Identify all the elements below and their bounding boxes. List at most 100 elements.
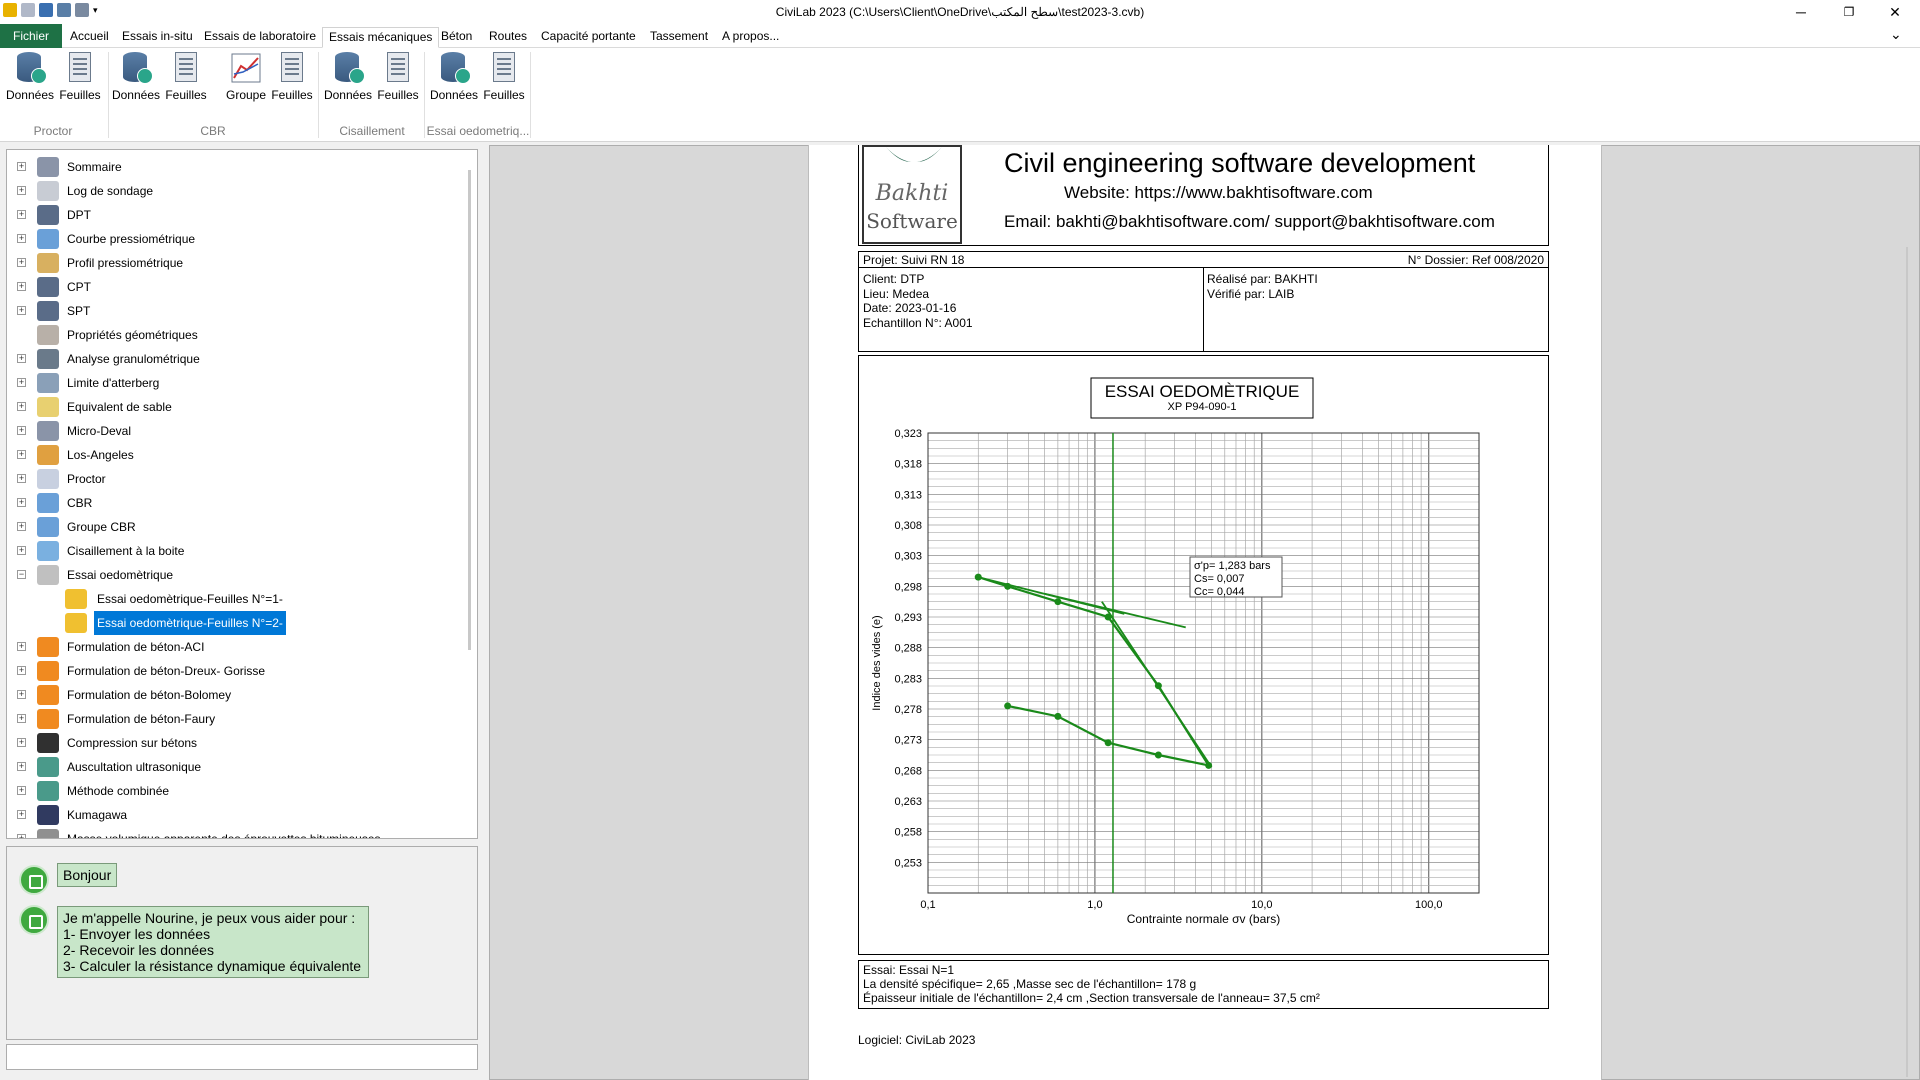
sheets-icon (277, 52, 307, 84)
tab-essais-de-laboratoire[interactable]: Essais de laboratoire (198, 27, 322, 48)
minimize-button[interactable]: ─ (1778, 0, 1824, 24)
expand-icon[interactable]: + (17, 258, 26, 267)
maximize-button[interactable]: ❐ (1826, 0, 1872, 24)
tree-item-icon (37, 157, 59, 177)
oedometre-donnees-button[interactable]: Données (428, 52, 480, 102)
document-scrollbar[interactable] (1906, 247, 1908, 1077)
expand-icon[interactable]: + (17, 426, 26, 435)
expand-icon[interactable]: + (17, 642, 26, 651)
cisaillement-donnees-button[interactable]: Données (322, 52, 374, 102)
expand-icon[interactable]: + (17, 522, 26, 531)
tab-capacite-portante[interactable]: Capacité portante (535, 27, 642, 48)
expand-icon[interactable]: + (17, 378, 26, 387)
expand-icon[interactable]: + (17, 162, 26, 171)
sheets-icon (383, 52, 413, 84)
logiciel-label: Logiciel: CiviLab 2023 (858, 1033, 976, 1047)
expand-icon[interactable]: + (17, 474, 26, 483)
proctor-donnees-button[interactable]: Données (4, 52, 56, 102)
logo-text-1: Bakhti (875, 181, 949, 206)
x-tick-label: 1,0 (1087, 899, 1102, 911)
expand-icon[interactable]: + (17, 666, 26, 675)
group-label-cbr: CBR (200, 124, 226, 138)
company-website: Website: https://www.bakhtisoftware.com (1064, 183, 1373, 202)
date: Date: 2023-01-16 (863, 301, 957, 315)
expand-icon[interactable]: + (17, 282, 26, 291)
collapse-icon[interactable]: − (17, 570, 26, 579)
group-label-oedometre: Essai oedometriq... (426, 124, 530, 138)
expand-icon[interactable]: + (17, 402, 26, 411)
tree-item-icon (37, 829, 59, 838)
help-line: Je m'appelle Nourine, je peux vous aider… (63, 910, 356, 926)
annotation-line: σ'p= 1,283 bars (1194, 560, 1271, 572)
cbr-groupe-button[interactable]: Groupe (220, 52, 272, 102)
tree-item-icon (37, 781, 59, 801)
button-label: Données (111, 88, 161, 102)
tree-item-label: SPT (67, 304, 91, 318)
expand-icon[interactable]: + (17, 762, 26, 771)
button-label: Feuilles (59, 88, 101, 102)
tree-item-label: Essai oedomètrique-Feuilles N°=1- (97, 592, 283, 606)
database-icon (333, 52, 365, 84)
expand-icon[interactable]: + (17, 354, 26, 363)
x-tick-label: 100,0 (1415, 899, 1443, 911)
densite-line: La densité spécifique= 2,65 ,Masse sec d… (863, 977, 1197, 991)
close-button[interactable]: ✕ (1872, 0, 1918, 24)
chart-icon (231, 52, 261, 84)
tree-item-icon (37, 661, 59, 681)
cbr-feuilles2-button[interactable]: Feuilles (266, 52, 318, 102)
tab-fichier[interactable]: Fichier (0, 24, 63, 48)
expand-icon[interactable]: + (17, 834, 26, 838)
chevron-up-icon[interactable]: ⌄ (1890, 26, 1902, 43)
tree-item-label: CPT (67, 280, 91, 294)
tree-item-label: Groupe CBR (67, 520, 136, 534)
tab-essais-in-situ[interactable]: Essais in-situ (116, 27, 199, 48)
expand-icon[interactable]: + (17, 786, 26, 795)
tree-item-icon (37, 253, 59, 273)
expand-icon[interactable]: + (17, 738, 26, 747)
tree-item-label: Profil pressiométrique (67, 256, 184, 270)
cbr-donnees-button[interactable]: Données (110, 52, 162, 102)
dossier-number: N° Dossier: Ref 008/2020 (1407, 253, 1544, 267)
tab-a-propos[interactable]: A propos... (716, 27, 785, 48)
chat-input[interactable] (6, 1044, 478, 1070)
tree-scrollbar[interactable] (468, 170, 471, 650)
y-tick-label: 0,283 (894, 673, 922, 685)
tree-item-icon (37, 325, 59, 345)
expand-icon[interactable]: + (17, 186, 26, 195)
proctor-feuilles-button[interactable]: Feuilles (54, 52, 106, 102)
tree-item-icon (37, 805, 59, 825)
tree-item-icon (37, 685, 59, 705)
tab-accueil[interactable]: Accueil (64, 27, 115, 48)
button-label: Données (323, 88, 373, 102)
tab-routes[interactable]: Routes (483, 27, 533, 48)
oedometre-feuilles-button[interactable]: Feuilles (478, 52, 530, 102)
tab-essais-mecaniques[interactable]: Essais mécaniques (322, 27, 440, 48)
tree-item-icon (37, 349, 59, 369)
tab-beton[interactable]: Béton (435, 27, 478, 48)
expand-icon[interactable]: + (17, 714, 26, 723)
expand-icon[interactable]: + (17, 690, 26, 699)
expand-icon[interactable]: + (17, 810, 26, 819)
expand-icon[interactable]: + (17, 498, 26, 507)
button-label: Groupe (225, 88, 267, 102)
expand-icon[interactable]: + (17, 306, 26, 315)
window-title: CiviLab 2023 (C:\Users\Client\OneDrive\س… (775, 5, 1145, 19)
tree-item-label: Méthode combinée (67, 784, 170, 798)
tab-tassement[interactable]: Tassement (644, 27, 714, 48)
expand-icon[interactable]: + (17, 450, 26, 459)
group-divider (424, 52, 425, 138)
expand-icon[interactable]: + (17, 234, 26, 243)
cbr-feuilles-button[interactable]: Feuilles (160, 52, 212, 102)
tree-item-label: Limite d'atterberg (67, 376, 160, 390)
x-axis-label: Contrainte normale σv (bars) (1127, 912, 1280, 926)
expand-icon[interactable]: + (17, 546, 26, 555)
button-label: Feuilles (165, 88, 207, 102)
data-point (1104, 613, 1112, 621)
expand-icon[interactable]: + (17, 210, 26, 219)
button-label: Données (429, 88, 479, 102)
tree-item-label: Proctor (67, 472, 106, 486)
tree-item-label: Cisaillement à la boite (67, 544, 185, 558)
tree-item-label: CBR (67, 496, 93, 510)
data-point (974, 573, 982, 581)
cisaillement-feuilles-button[interactable]: Feuilles (372, 52, 424, 102)
